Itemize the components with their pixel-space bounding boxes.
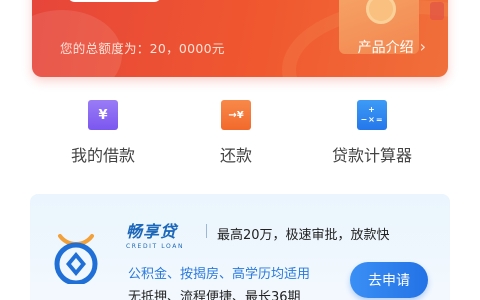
loan-product-card: 畅享贷 CREDIT LOAN 最高20万，极速审批，放款快 公积金、按揭房、高… xyxy=(30,194,450,300)
total-limit-text: 您的总额度为：20，0000元 xyxy=(60,41,225,56)
repay-button[interactable]: →¥ 还款 xyxy=(166,100,306,166)
repay-yuan-icon: →¥ xyxy=(221,100,251,130)
divider xyxy=(206,224,207,238)
loan-calculator-button[interactable]: +−×= 贷款计算器 xyxy=(302,100,442,166)
credit-loan-logo-icon xyxy=(54,234,98,284)
credit-limit-card: 您的总额度为：20，0000元 产品介绍 › xyxy=(32,0,448,77)
apply-button[interactable]: 去申请 xyxy=(350,262,428,298)
product-slogan: 最高20万，极速审批，放款快 xyxy=(217,228,390,243)
brand-logo: 畅享贷 CREDIT LOAN xyxy=(126,218,198,250)
brand-name: 畅享贷 xyxy=(126,222,178,241)
quick-actions: ¥ 我的借款 →¥ 还款 +−×= 贷款计算器 xyxy=(0,100,480,170)
my-loans-button[interactable]: ¥ 我的借款 xyxy=(33,100,173,166)
my-loans-label: 我的借款 xyxy=(70,146,135,165)
app-screen: 您的总额度为：20，0000元 产品介绍 › ¥ 我的借款 →¥ 还款 +−×=… xyxy=(0,0,480,300)
tag-icon xyxy=(430,2,444,20)
repay-label: 还款 xyxy=(219,146,252,165)
product-intro-link[interactable]: 产品介绍 › xyxy=(358,37,426,57)
product-intro-label: 产品介绍 xyxy=(357,40,414,56)
calculator-icon: +−×= xyxy=(357,100,387,130)
chevron-right-icon: › xyxy=(419,37,426,56)
loan-calculator-label: 贷款计算器 xyxy=(331,146,412,165)
product-tags: 公积金、按揭房、高学历均适用 xyxy=(128,267,311,282)
brand-subtitle: CREDIT LOAN xyxy=(126,243,185,250)
card-top-tab xyxy=(67,0,162,2)
product-description: 无抵押、流程便捷、最长36期 xyxy=(128,290,301,300)
borrow-yuan-icon: ¥ xyxy=(88,100,118,130)
